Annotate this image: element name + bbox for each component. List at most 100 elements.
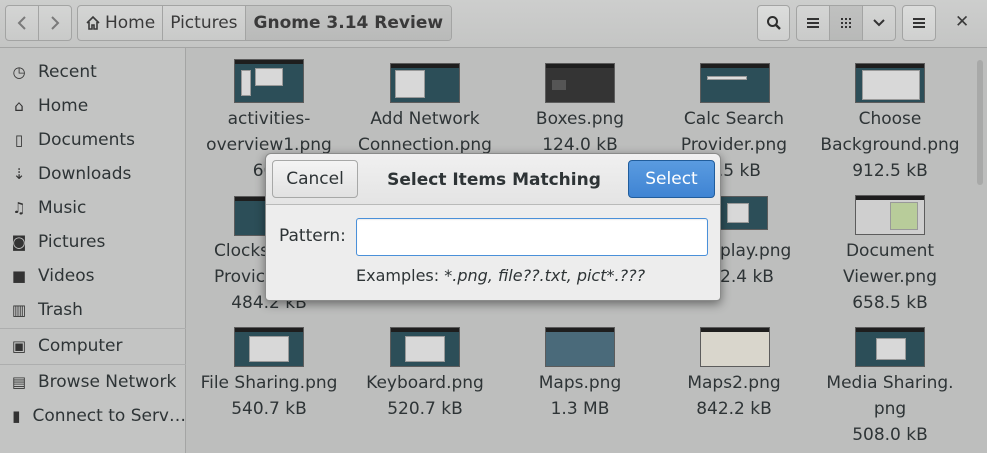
sidebar-item-connect-to-server[interactable]: ▮ Connect to Serv…: [0, 399, 186, 433]
file-name: activities-: [227, 109, 311, 129]
file-name: Add Network: [370, 109, 480, 129]
breadcrumb-current[interactable]: Gnome 3.14 Review: [245, 6, 452, 40]
file-item[interactable]: Clocks Provic: [189, 238, 269, 290]
list-view-button[interactable]: [797, 6, 830, 40]
file-thumbnail[interactable]: [855, 327, 925, 367]
file-thumbnail[interactable]: [545, 63, 615, 103]
file-item[interactable]: File Sharing.png 540.7 kB: [189, 370, 349, 422]
sidebar-item-recent[interactable]: ◷ Recent: [0, 55, 186, 89]
file-name: Maps.png: [538, 373, 622, 393]
sidebar-item-label: Documents: [38, 130, 135, 150]
sidebar-item-label: Connect to Serv…: [32, 406, 186, 426]
sidebar-item-label: Recent: [38, 62, 97, 82]
file-size: 520.7 kB: [387, 399, 463, 419]
server-icon: ▮: [12, 407, 21, 425]
file-thumbnail[interactable]: [234, 196, 268, 236]
file-thumbnail[interactable]: [545, 327, 615, 367]
grid-view-button[interactable]: [830, 6, 863, 40]
sidebar-item-pictures[interactable]: ◙ Pictures: [0, 225, 186, 259]
search-button[interactable]: [757, 5, 790, 41]
file-name: Keyboard.png: [366, 373, 484, 393]
sidebar: ◷ Recent ⌂ Home ▯ Documents ⇣ Downloads ♫ Mus…: [0, 48, 186, 453]
sidebar-item-label: Computer: [38, 336, 123, 356]
file-size: 658.5 kB: [852, 293, 928, 313]
dialog-header: Cancel Select Items Matching Select: [266, 154, 720, 205]
file-item[interactable]: Keyboard.png 520.7 kB: [345, 370, 505, 422]
breadcrumb-pictures[interactable]: Pictures: [163, 6, 246, 40]
file-item[interactable]: play.png 2.4 kB: [720, 238, 792, 290]
file-name: Calc Search: [683, 109, 785, 129]
file-name: png: [873, 399, 907, 419]
sidebar-item-computer[interactable]: ▣ Computer: [0, 329, 186, 363]
sidebar-item-label: Pictures: [38, 232, 106, 252]
pattern-examples: Examples: *.png, file??.txt, pict*.???: [356, 266, 645, 285]
scrollbar[interactable]: [977, 60, 983, 185]
file-thumbnail[interactable]: [855, 63, 925, 103]
sidebar-item-music[interactable]: ♫ Music: [0, 191, 186, 225]
file-name: File Sharing.png: [200, 373, 338, 393]
file-size: 540.7 kB: [231, 399, 307, 419]
camera-icon: ◙: [11, 233, 27, 251]
file-thumbnail[interactable]: [390, 63, 460, 103]
sidebar-item-label: Trash: [38, 300, 83, 320]
file-size: 2.4 kB: [720, 267, 774, 287]
file-item[interactable]: Maps2.png 842.2 kB: [654, 370, 814, 422]
breadcrumb-home[interactable]: Home: [78, 6, 164, 40]
home-icon: [86, 15, 100, 30]
file-item[interactable]: Add Network Connection.png: [345, 106, 505, 158]
sidebar-item-trash[interactable]: ▥ Trash: [0, 293, 186, 327]
pattern-input[interactable]: [356, 218, 708, 256]
download-icon: ⇣: [12, 165, 26, 183]
file-item[interactable]: Document Viewer.png 658.5 kB: [810, 238, 970, 316]
window-close-button[interactable]: ✕: [955, 12, 969, 32]
file-item[interactable]: Choose Background.png 912.5 kB: [810, 106, 970, 184]
menu-button[interactable]: [902, 5, 936, 41]
sidebar-item-browse-network[interactable]: ▤ Browse Network: [0, 365, 186, 399]
search-icon: [766, 16, 781, 30]
video-icon: ■: [11, 267, 27, 285]
sidebar-item-documents[interactable]: ▯ Documents: [0, 123, 186, 157]
file-item[interactable]: Boxes.png 124.0 kB: [500, 106, 660, 158]
file-name: play.png: [720, 241, 792, 261]
dialog-title: Select Items Matching: [387, 169, 601, 190]
pattern-label: Pattern:: [279, 226, 346, 246]
sidebar-item-label: Home: [38, 96, 89, 116]
cancel-button[interactable]: Cancel: [272, 160, 358, 198]
file-thumbnail[interactable]: [234, 327, 304, 367]
music-icon: ♫: [12, 199, 26, 217]
file-size: 508.0 kB: [852, 425, 928, 445]
sidebar-item-downloads[interactable]: ⇣ Downloads: [0, 157, 186, 191]
file-thumbnail[interactable]: [700, 327, 770, 367]
computer-icon: ▣: [11, 337, 27, 355]
file-name: Media Sharing.: [826, 373, 954, 393]
view-options-button[interactable]: [863, 6, 895, 40]
file-size: 842.2 kB: [696, 399, 772, 419]
examples-prefix: Examples:: [356, 266, 445, 285]
file-thumbnail[interactable]: [700, 63, 770, 103]
header-bar: Home Pictures Gnome 3.14 Review ✕: [0, 0, 987, 48]
file-thumbnail[interactable]: [855, 195, 925, 235]
file-size: 912.5 kB: [852, 161, 928, 181]
chevron-down-icon: [873, 19, 885, 27]
file-item[interactable]: Maps.png 1.3 MB: [500, 370, 660, 422]
network-icon: ▤: [11, 373, 27, 391]
sidebar-item-home[interactable]: ⌂ Home: [0, 89, 186, 123]
file-thumbnail[interactable]: [390, 327, 460, 367]
breadcrumb-current-label: Gnome 3.14 Review: [253, 13, 444, 33]
select-button[interactable]: Select: [628, 160, 715, 198]
file-size: 1.3 MB: [550, 399, 610, 419]
breadcrumb: Home Pictures Gnome 3.14 Review: [77, 5, 453, 41]
file-name: Boxes.png: [535, 109, 625, 129]
file-name: Background.png: [820, 135, 960, 155]
forward-button[interactable]: [39, 6, 71, 40]
sidebar-item-label: Videos: [38, 266, 95, 286]
file-name: Choose: [858, 109, 922, 129]
file-name: Clocks: [214, 241, 270, 261]
sidebar-item-videos[interactable]: ■ Videos: [0, 259, 186, 293]
file-thumbnail[interactable]: [234, 59, 304, 103]
file-thumbnail[interactable]: [720, 196, 768, 230]
back-button[interactable]: [6, 6, 39, 40]
file-item[interactable]: Media Sharing. png 508.0 kB: [810, 370, 970, 448]
history-navigation: [5, 5, 72, 41]
document-icon: ▯: [14, 131, 24, 149]
